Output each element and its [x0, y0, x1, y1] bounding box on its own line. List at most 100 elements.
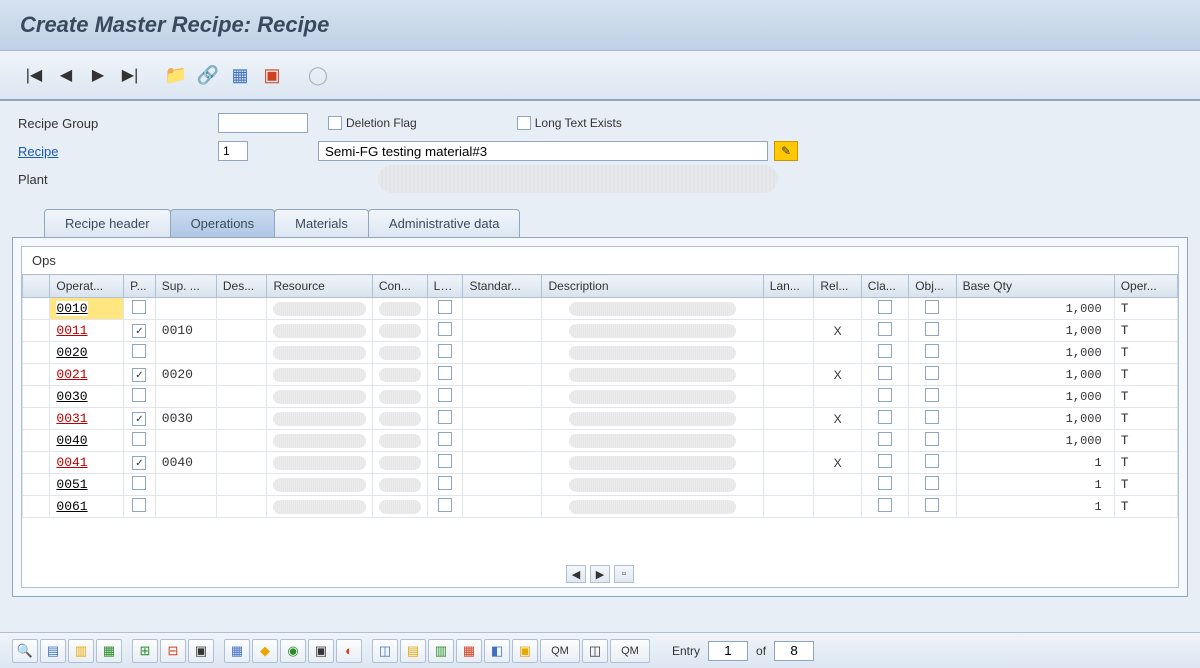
p-checkbox[interactable] [132, 344, 146, 358]
lo-checkbox[interactable] [438, 344, 452, 358]
obj-checkbox[interactable] [925, 476, 939, 490]
p-checkbox[interactable] [132, 388, 146, 402]
recipe-desc-input[interactable] [318, 141, 768, 161]
entry-total-input[interactable] [774, 641, 814, 661]
cla-checkbox[interactable] [878, 388, 892, 402]
col-baseqty[interactable]: Base Qty [956, 275, 1114, 298]
cla-checkbox[interactable] [878, 454, 892, 468]
bt-insert[interactable]: ⊞ [132, 639, 158, 663]
col-con[interactable]: Con... [372, 275, 427, 298]
prev-record-button[interactable]: ◀ [52, 61, 80, 89]
scroll-right-button[interactable]: ▶ [590, 565, 610, 583]
col-select[interactable] [23, 275, 50, 298]
table-row[interactable]: 00101,000T [23, 298, 1178, 320]
recipe-input[interactable] [218, 141, 248, 161]
table-row[interactable]: 0041✓0040X1T [23, 452, 1178, 474]
obj-checkbox[interactable] [925, 454, 939, 468]
p-checkbox[interactable]: ✓ [132, 456, 146, 470]
toolbar-icon-2[interactable]: 🔗 [194, 61, 222, 89]
deletion-flag-checkbox[interactable] [328, 116, 342, 130]
tab-admin[interactable]: Administrative data [368, 209, 521, 237]
bt-icon-3[interactable]: ▥ [68, 639, 94, 663]
bt-icon-15[interactable]: ▥ [428, 639, 454, 663]
col-des[interactable]: Des... [216, 275, 267, 298]
col-obj[interactable]: Obj... [909, 275, 956, 298]
cla-checkbox[interactable] [878, 300, 892, 314]
col-rel[interactable]: Rel... [814, 275, 861, 298]
bt-icon-19[interactable]: ◫ [582, 639, 608, 663]
p-checkbox[interactable]: ✓ [132, 412, 146, 426]
cla-checkbox[interactable] [878, 410, 892, 424]
col-lo[interactable]: Lo... [427, 275, 463, 298]
recipe-label[interactable]: Recipe [18, 144, 218, 159]
first-record-button[interactable]: |◀ [20, 61, 48, 89]
lo-checkbox[interactable] [438, 410, 452, 424]
cla-checkbox[interactable] [878, 432, 892, 446]
long-text-checkbox[interactable] [517, 116, 531, 130]
p-checkbox[interactable] [132, 432, 146, 446]
table-row[interactable]: 00511T [23, 474, 1178, 496]
bt-icon-7[interactable]: ▣ [188, 639, 214, 663]
cla-checkbox[interactable] [878, 322, 892, 336]
col-resource[interactable]: Resource [267, 275, 372, 298]
next-record-button[interactable]: ▶ [84, 61, 112, 89]
cla-checkbox[interactable] [878, 498, 892, 512]
bt-icon-8[interactable]: ▦ [224, 639, 250, 663]
bt-qm-2[interactable]: QM [610, 639, 650, 663]
lo-checkbox[interactable] [438, 366, 452, 380]
bt-icon-10[interactable]: ◉ [280, 639, 306, 663]
toolbar-icon-1[interactable]: 📁 [162, 61, 190, 89]
bt-icon-17[interactable]: ◧ [484, 639, 510, 663]
col-lan[interactable]: Lan... [763, 275, 814, 298]
recipe-group-input[interactable] [218, 113, 308, 133]
entry-value-input[interactable] [708, 641, 748, 661]
lo-checkbox[interactable] [438, 388, 452, 402]
col-p[interactable]: P... [124, 275, 156, 298]
obj-checkbox[interactable] [925, 300, 939, 314]
bt-icon-2[interactable]: ▤ [40, 639, 66, 663]
table-row[interactable]: 00201,000T [23, 342, 1178, 364]
lo-checkbox[interactable] [438, 498, 452, 512]
obj-checkbox[interactable] [925, 344, 939, 358]
bt-icon-4[interactable]: ▦ [96, 639, 122, 663]
lo-checkbox[interactable] [438, 454, 452, 468]
obj-checkbox[interactable] [925, 432, 939, 446]
lo-checkbox[interactable] [438, 432, 452, 446]
table-row[interactable]: 00611T [23, 496, 1178, 518]
obj-checkbox[interactable] [925, 498, 939, 512]
edit-desc-button[interactable]: ✎ [774, 141, 798, 161]
table-row[interactable]: 0021✓0020X1,000T [23, 364, 1178, 386]
bt-icon-14[interactable]: ▤ [400, 639, 426, 663]
bt-icon-12[interactable]: ◐ [336, 639, 362, 663]
obj-checkbox[interactable] [925, 388, 939, 402]
bt-icon-16[interactable]: ▦ [456, 639, 482, 663]
bt-find[interactable]: 🔍 [12, 639, 38, 663]
lo-checkbox[interactable] [438, 476, 452, 490]
obj-checkbox[interactable] [925, 410, 939, 424]
scroll-left-button[interactable]: ◀ [566, 565, 586, 583]
scroll-end-button[interactable]: ▫ [614, 565, 634, 583]
bt-qm-1[interactable]: QM [540, 639, 580, 663]
table-row[interactable]: 0031✓0030X1,000T [23, 408, 1178, 430]
table-row[interactable]: 00401,000T [23, 430, 1178, 452]
bt-icon-9[interactable]: ◆ [252, 639, 278, 663]
col-sup[interactable]: Sup. ... [155, 275, 216, 298]
bt-icon-18[interactable]: ▣ [512, 639, 538, 663]
bt-icon-13[interactable]: ◫ [372, 639, 398, 663]
p-checkbox[interactable] [132, 300, 146, 314]
cla-checkbox[interactable] [878, 344, 892, 358]
obj-checkbox[interactable] [925, 322, 939, 336]
table-row[interactable]: 00301,000T [23, 386, 1178, 408]
toolbar-icon-5[interactable]: ◯ [304, 61, 332, 89]
p-checkbox[interactable]: ✓ [132, 368, 146, 382]
last-record-button[interactable]: ▶| [116, 61, 144, 89]
col-operat[interactable]: Operat... [50, 275, 124, 298]
p-checkbox[interactable]: ✓ [132, 324, 146, 338]
col-oper[interactable]: Oper... [1114, 275, 1177, 298]
cla-checkbox[interactable] [878, 476, 892, 490]
tab-materials[interactable]: Materials [274, 209, 369, 237]
table-row[interactable]: 0011✓0010X1,000T [23, 320, 1178, 342]
bt-icon-11[interactable]: ▣ [308, 639, 334, 663]
lo-checkbox[interactable] [438, 300, 452, 314]
lo-checkbox[interactable] [438, 322, 452, 336]
